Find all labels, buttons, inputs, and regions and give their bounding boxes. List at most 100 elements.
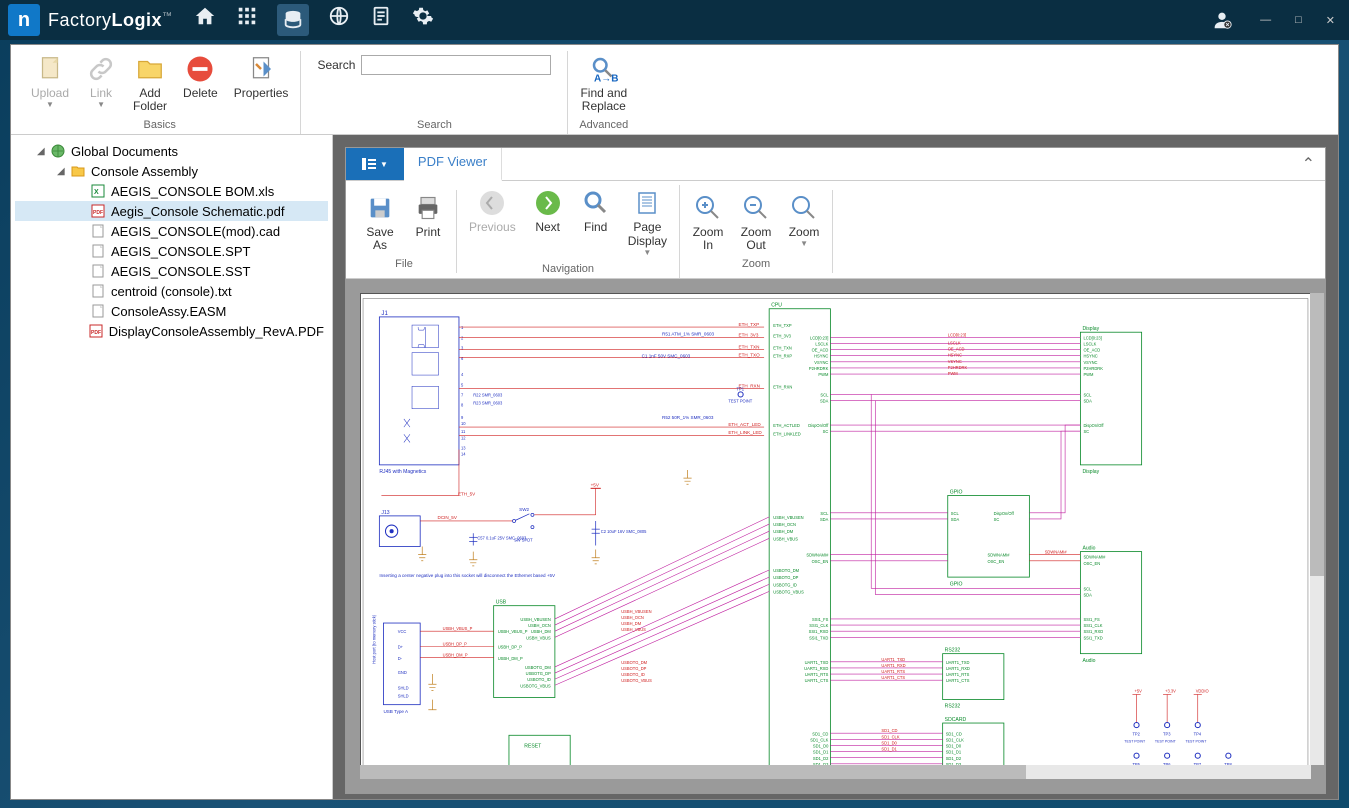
svg-text:SC: SC	[823, 429, 829, 434]
find-button[interactable]: Find	[574, 185, 618, 236]
database-icon[interactable]	[277, 4, 309, 36]
zoom-in-button[interactable]: Zoom In	[686, 190, 730, 254]
svg-text:PDF: PDF	[93, 210, 103, 216]
svg-text:SDWNAMI#: SDWNAMI#	[806, 552, 829, 557]
svg-text:ETH_RXN: ETH_RXN	[773, 384, 792, 389]
document-icon[interactable]	[369, 4, 393, 28]
search-label: Search	[317, 58, 355, 72]
svg-text:UART1_RTS: UART1_RTS	[946, 672, 970, 677]
upload-button[interactable]: Upload▼	[25, 51, 75, 111]
svg-text:SDWNAMI#: SDWNAMI#	[988, 552, 1011, 557]
viewer-tabs: ▼ PDF Viewer ⌃	[346, 148, 1325, 181]
horizontal-scrollbar[interactable]	[360, 765, 1311, 779]
svg-text:USBH_OCN: USBH_OCN	[773, 522, 796, 527]
svg-text:USBOTG_DM: USBOTG_DM	[773, 568, 799, 573]
main-ribbon: Upload▼ Link▼ Add Folder Delete	[11, 45, 1338, 135]
print-button[interactable]: Print	[406, 190, 450, 241]
svg-text:9: 9	[461, 415, 464, 420]
globe-icon[interactable]	[327, 4, 351, 28]
vertical-scrollbar[interactable]	[1310, 293, 1324, 766]
app-window: Upload▼ Link▼ Add Folder Delete	[10, 44, 1339, 800]
tree-root[interactable]: ◢ Global Documents	[15, 141, 328, 161]
tree-file-item[interactable]: XAEGIS_CONSOLE BOM.xls	[15, 181, 328, 201]
file-name: AEGIS_CONSOLE.SPT	[111, 244, 250, 259]
svg-text:UART1_RXD: UART1_RXD	[804, 666, 828, 671]
svg-text:DCIN_5V: DCIN_5V	[438, 515, 458, 520]
document-tree[interactable]: ◢ Global Documents ◢ Console Assembly XA…	[11, 135, 333, 799]
next-button[interactable]: Next	[526, 185, 570, 236]
save-as-button[interactable]: Save As	[358, 190, 402, 254]
svg-text:R23 SMR_0603: R23 SMR_0603	[473, 400, 503, 405]
svg-text:UART1_CTS: UART1_CTS	[805, 678, 829, 683]
zoom-dropdown-button[interactable]: Zoom▼	[782, 190, 826, 250]
svg-text:SD1_CD: SD1_CD	[946, 731, 962, 736]
svg-text:USBOTG_VBUS: USBOTG_VBUS	[520, 683, 551, 688]
svg-text:RS232: RS232	[945, 703, 961, 709]
svg-text:Display: Display	[1082, 469, 1099, 475]
svg-text:12: 12	[461, 435, 466, 440]
tree-file-item[interactable]: AEGIS_CONSOLE(mod).cad	[15, 221, 328, 241]
maximize-button[interactable]: □	[1289, 12, 1308, 29]
add-folder-button[interactable]: Add Folder	[127, 51, 173, 115]
tree-file-item[interactable]: centroid (console).txt	[15, 281, 328, 301]
minimize-button[interactable]: —	[1254, 12, 1277, 29]
tree-file-item[interactable]: AEGIS_CONSOLE.SST	[15, 261, 328, 281]
svg-text:SD1_CD: SD1_CD	[812, 731, 828, 736]
grid-icon[interactable]	[235, 4, 259, 28]
close-button[interactable]: ✕	[1320, 12, 1341, 29]
tree-file-item[interactable]: AEGIS_CONSOLE.SPT	[15, 241, 328, 261]
previous-button[interactable]: Previous	[463, 185, 522, 236]
page-display-button[interactable]: Page Display▼	[622, 185, 673, 258]
svg-text:UART1_RTS: UART1_RTS	[805, 672, 829, 677]
svg-text:SD1_CD: SD1_CD	[881, 728, 897, 733]
svg-text:TP1: TP1	[737, 386, 745, 391]
tree-file-item[interactable]: PDFDisplayConsoleAssembly_RevA.PDF	[15, 321, 328, 341]
svg-text:SD1_D2: SD1_D2	[813, 756, 829, 761]
svg-text:SD1_D1: SD1_D1	[946, 749, 962, 754]
file-name: centroid (console).txt	[111, 284, 232, 299]
svg-text:USBOTG_DP: USBOTG_DP	[773, 575, 798, 580]
svg-text:HSYNC: HSYNC	[814, 353, 828, 358]
svg-text:ETH_3V3: ETH_3V3	[773, 333, 791, 338]
svg-text:SW2: SW2	[519, 507, 529, 512]
svg-text:Audio: Audio	[1082, 658, 1095, 664]
svg-text:USB Type A: USB Type A	[383, 709, 409, 714]
svg-text:SD1_D2: SD1_D2	[946, 756, 962, 761]
svg-text:UART1_RTS: UART1_RTS	[881, 669, 905, 674]
svg-text:SCL: SCL	[820, 511, 829, 516]
tree-file-item[interactable]: ConsoleAssy.EASM	[15, 301, 328, 321]
svg-text:GPIO: GPIO	[950, 581, 963, 587]
file-name: AEGIS_CONSOLE BOM.xls	[111, 184, 274, 199]
svg-text:SDA: SDA	[951, 517, 960, 522]
tab-pdf-viewer[interactable]: PDF Viewer	[404, 148, 502, 181]
link-button[interactable]: Link▼	[79, 51, 123, 111]
find-replace-button[interactable]: A→B Find and Replace	[574, 51, 633, 115]
pdf-display-area[interactable]: J1 RJ45 with Magnetics 123	[346, 279, 1325, 794]
svg-text:USBH_OCN: USBH_OCN	[621, 615, 644, 620]
svg-text:+5V: +5V	[591, 482, 600, 487]
svg-text:SSI1_FS: SSI1_FS	[812, 617, 829, 622]
file-name: Aegis_Console Schematic.pdf	[111, 204, 284, 219]
svg-text:USBH_VBUS: USBH_VBUS	[621, 627, 646, 632]
user-icon[interactable]	[1210, 8, 1234, 32]
svg-text:SSI1_RXD: SSI1_RXD	[809, 629, 829, 634]
view-mode-toggle[interactable]: ▼	[346, 148, 404, 180]
zoom-out-button[interactable]: Zoom Out	[734, 190, 778, 254]
svg-text:UART1_TXD: UART1_TXD	[881, 657, 905, 662]
svg-text:OE_ACD: OE_ACD	[948, 346, 965, 351]
settings-icon[interactable]	[411, 4, 435, 28]
svg-text:P2HRDRK: P2HRDRK	[948, 365, 968, 370]
home-icon[interactable]	[193, 4, 217, 28]
collapse-ribbon-button[interactable]: ⌃	[1292, 148, 1325, 180]
svg-text:+5V: +5V	[1134, 688, 1142, 693]
delete-button[interactable]: Delete	[177, 51, 224, 102]
tree-file-item[interactable]: PDF Aegis_Console Schematic.pdf	[15, 201, 328, 221]
svg-text:OE_ACD: OE_ACD	[1083, 347, 1100, 352]
svg-text:DispOn/Off: DispOn/Off	[994, 511, 1015, 516]
search-input[interactable]	[361, 55, 551, 75]
properties-button[interactable]: Properties	[228, 51, 295, 102]
svg-text:SDWNAMI#: SDWNAMI#	[1045, 549, 1068, 554]
tree-folder[interactable]: ◢ Console Assembly	[15, 161, 328, 181]
svg-text:USBH_DM: USBH_DM	[531, 629, 552, 634]
svg-text:Host port (to memory stick): Host port (to memory stick)	[371, 614, 376, 664]
